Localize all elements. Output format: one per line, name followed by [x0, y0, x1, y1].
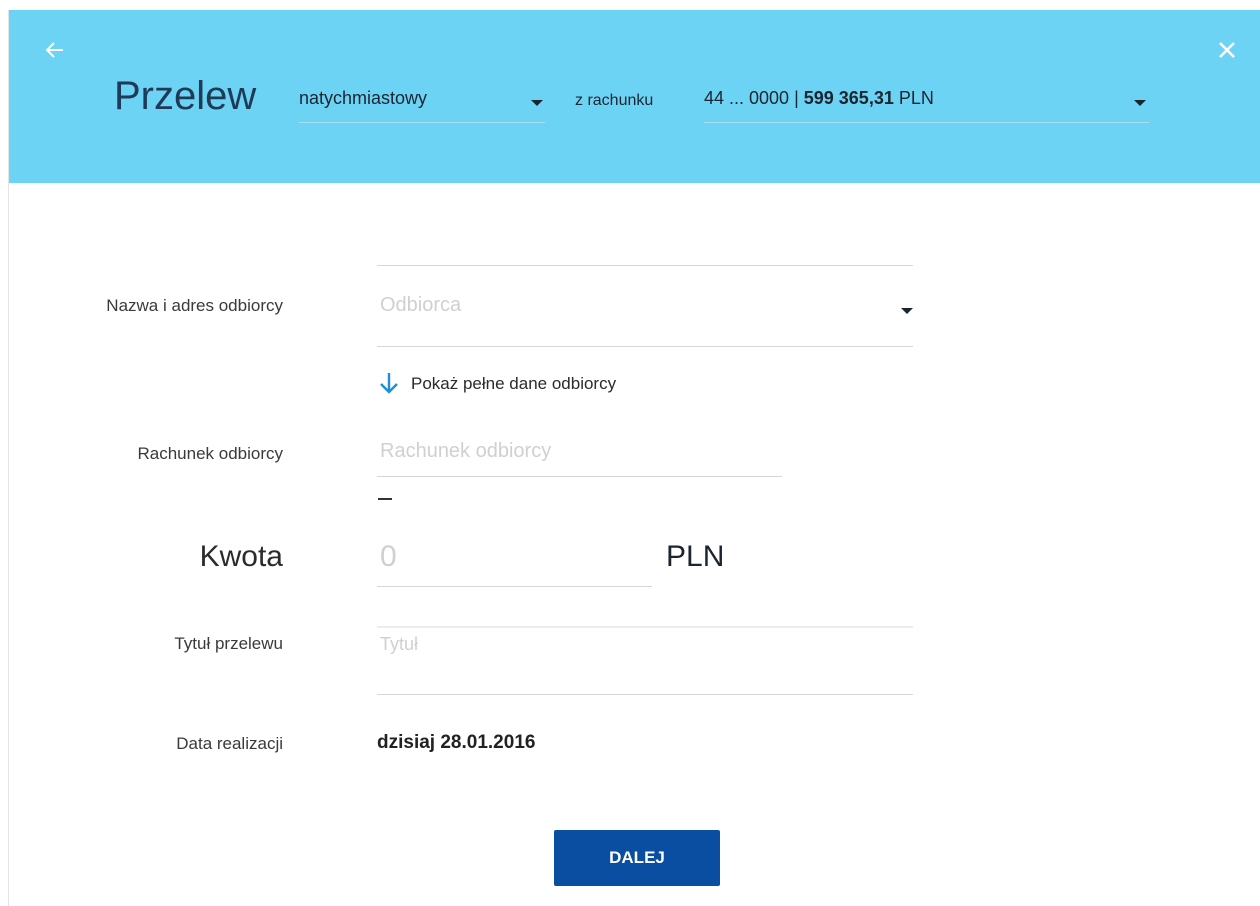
transfer-panel: Przelew natychmiastowy z rachunku 44 ...…: [8, 10, 1260, 906]
transfer-title-placeholder: Tytuł: [380, 634, 419, 654]
recipient-account-input[interactable]: Rachunek odbiorcy: [377, 426, 782, 477]
transfer-title-input[interactable]: Tytuł: [377, 626, 913, 695]
separator-dash: [378, 498, 392, 500]
transfer-type-select[interactable]: natychmiastowy: [299, 82, 545, 123]
show-more-label: Pokaż pełne dane odbiorcy: [411, 374, 617, 393]
back-button[interactable]: [43, 38, 67, 62]
recipient-account-placeholder: Rachunek odbiorcy: [380, 440, 552, 462]
account-currency: PLN: [898, 88, 934, 108]
amount-placeholder: 0: [380, 540, 397, 573]
execution-date-value: dzisiaj 28.01.2016: [377, 732, 536, 753]
amount-currency: PLN: [666, 540, 725, 573]
page-title: Przelew: [114, 74, 257, 118]
amount-input[interactable]: 0: [377, 528, 652, 587]
recipient-select[interactable]: Odbiorca: [377, 280, 913, 347]
transfer-title-label: Tytuł przelewu: [174, 634, 283, 653]
source-account-select[interactable]: 44 ... 0000 | 599 365,31 PLN: [704, 82, 1149, 123]
execution-date-label: Data realizacji: [176, 734, 283, 753]
recipient-account-label: Rachunek odbiorcy: [137, 444, 283, 463]
chevron-down-icon: [1134, 100, 1146, 106]
arrow-down-icon: [380, 373, 398, 394]
close-button[interactable]: [1215, 38, 1239, 62]
recipient-label: Nazwa i adres odbiorcy: [106, 296, 283, 315]
chevron-down-icon: [531, 100, 543, 106]
next-button[interactable]: DALEJ: [554, 830, 720, 886]
amount-label: Kwota: [199, 540, 283, 573]
close-icon: [1219, 42, 1235, 58]
from-account-label: z rachunku: [575, 92, 654, 109]
chevron-down-icon: [901, 308, 913, 314]
header: Przelew natychmiastowy z rachunku 44 ...…: [9, 10, 1260, 183]
transfer-type-value: natychmiastowy: [299, 88, 428, 108]
recipient-placeholder: Odbiorca: [380, 294, 462, 316]
arrow-left-icon: [45, 42, 63, 58]
source-account-value: 44 ... 0000 | 599 365,31 PLN: [704, 88, 934, 108]
account-balance: 599 365,31: [803, 88, 894, 108]
recipient-top-divider: [377, 265, 913, 266]
